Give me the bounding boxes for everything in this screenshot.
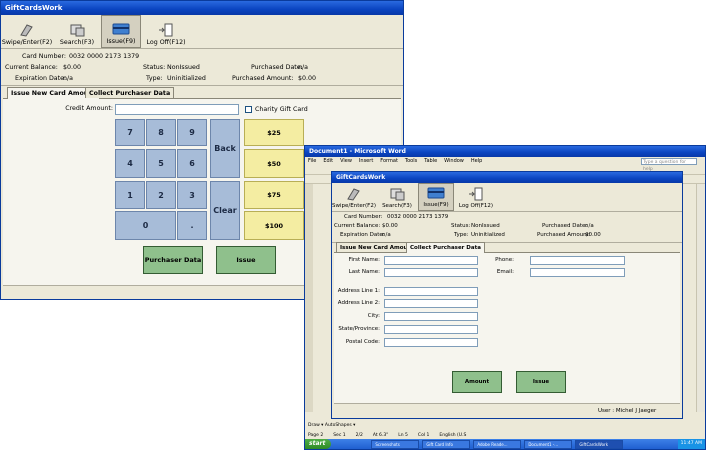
main-tabs: Issue New Card Amount Collect Purchaser …	[3, 87, 401, 99]
current-balance: $0.00	[63, 64, 82, 71]
word-drawing-bar[interactable]: Draw ▾ AutoShapes ▾	[305, 422, 705, 430]
amount-100-button[interactable]: $100	[244, 211, 304, 240]
menu-window[interactable]: Window	[444, 157, 464, 166]
menu-view[interactable]: View	[340, 157, 352, 166]
search-cards-icon	[68, 23, 86, 37]
swipe-button-2[interactable]: Swipe/Enter(F2)	[332, 183, 376, 211]
city-field[interactable]	[384, 312, 478, 321]
key-7[interactable]: 7	[115, 119, 145, 146]
menu-edit[interactable]: Edit	[323, 157, 333, 166]
start-button[interactable]: start	[305, 439, 332, 449]
purchased-date: n/a	[298, 64, 308, 71]
tab-collect-purchaser[interactable]: Collect Purchaser Data	[85, 87, 175, 98]
key-2[interactable]: 2	[146, 181, 176, 209]
phone-field[interactable]	[530, 256, 625, 265]
amount-75-button[interactable]: $75	[244, 181, 304, 209]
key-decimal[interactable]: .	[177, 211, 207, 240]
menu-table[interactable]: Table	[424, 157, 437, 166]
purchaser-tabs: Issue New Card Amount Collect Purchaser …	[334, 242, 680, 253]
amount-button[interactable]: Amount	[452, 371, 502, 393]
task-document1[interactable]: Document1 -...	[524, 439, 573, 449]
word-title: Document1 - Microsoft Word	[305, 146, 705, 157]
address-line1-field[interactable]	[384, 287, 478, 296]
issue-card-button-2[interactable]: Issue	[516, 371, 566, 393]
menu-tools[interactable]: Tools	[405, 157, 417, 166]
purchased-amount: $0.00	[298, 75, 317, 82]
purchaser-toolbar: Swipe/Enter(F2) Search(F3) Issue(F9) Log…	[332, 183, 682, 212]
search-cards-icon	[388, 187, 406, 201]
search-button-2[interactable]: Search(F3)	[378, 183, 416, 211]
credit-card-icon	[427, 186, 445, 200]
postal-code-field[interactable]	[384, 338, 478, 347]
issue-button[interactable]: Issue(F9)	[101, 15, 141, 48]
card-status: NonIssued	[167, 64, 200, 71]
charity-checkbox[interactable]	[245, 106, 252, 113]
word-ruler	[305, 184, 313, 412]
key-3[interactable]: 3	[177, 181, 207, 209]
credit-card-icon	[112, 22, 130, 36]
amount-25-button[interactable]: $25	[244, 119, 304, 146]
swipe-button[interactable]: Swipe/Enter(F2)	[1, 15, 53, 48]
first-name-field[interactable]	[384, 256, 478, 265]
issue-card-button[interactable]: Issue	[216, 246, 276, 274]
address-line2-field[interactable]	[384, 299, 478, 308]
clear-key[interactable]: Clear	[210, 181, 240, 240]
main-title: GiftCardsWork	[1, 1, 403, 15]
search-button[interactable]: Search(F3)	[55, 15, 99, 48]
key-1[interactable]: 1	[115, 181, 145, 209]
purchaser-title: GiftCardsWork	[332, 172, 682, 183]
back-key[interactable]: Back	[210, 119, 240, 178]
issue-button-2[interactable]: Issue(F9)	[418, 183, 454, 211]
word-scrollbar[interactable]	[696, 184, 705, 412]
task-adobe-reader[interactable]: Adobe Reade...	[473, 439, 522, 449]
amount-50-button[interactable]: $50	[244, 149, 304, 178]
menu-file[interactable]: File	[308, 157, 316, 166]
card-info-panel: Card Number: 0032 0000 2173 1379 Current…	[1, 49, 403, 86]
expiration-date: n/a	[63, 75, 73, 82]
email-field[interactable]	[530, 268, 625, 277]
exit-door-icon	[157, 23, 175, 37]
logoff-button[interactable]: Log Off(F12)	[143, 15, 189, 48]
help-search-input[interactable]: Type a question for help	[641, 158, 697, 172]
taskbar-clock: 11:47 AM	[677, 439, 705, 449]
task-gift-card-info[interactable]: Gift Card Info	[422, 439, 471, 449]
purchaser-window: GiftCardsWork Swipe/Enter(F2) Search(F3)…	[331, 171, 683, 419]
menu-format[interactable]: Format	[380, 157, 398, 166]
key-6[interactable]: 6	[177, 149, 207, 178]
purchaser-card-info: Card Number: 0032 0000 2173 1379 Current…	[332, 212, 682, 243]
card-swipe-icon	[345, 187, 363, 201]
credit-amount-input[interactable]	[115, 104, 239, 115]
task-screenshots[interactable]: Screenshots	[371, 439, 420, 449]
task-giftcardswork[interactable]: GiftCardsWork	[575, 439, 624, 449]
tab-collect-purchaser-2[interactable]: Collect Purchaser Data	[406, 242, 485, 253]
card-swipe-icon	[18, 23, 36, 37]
main-toolbar: Swipe/Enter(F2) Search(F3) Issue(F9) Log…	[1, 15, 403, 49]
key-9[interactable]: 9	[177, 119, 207, 146]
menu-insert[interactable]: Insert	[359, 157, 373, 166]
exit-door-icon	[467, 187, 485, 201]
key-4[interactable]: 4	[115, 149, 145, 178]
card-number: 0032 0000 2173 1379	[69, 53, 140, 60]
current-user: User : Michel J Jaeger	[598, 408, 657, 414]
key-0[interactable]: 0	[115, 211, 176, 240]
state-province-field[interactable]	[384, 325, 478, 334]
logoff-button-2[interactable]: Log Off(F12)	[456, 183, 496, 211]
menu-help[interactable]: Help	[471, 157, 482, 166]
key-8[interactable]: 8	[146, 119, 176, 146]
purchaser-data-button[interactable]: Purchaser Data	[143, 246, 203, 274]
last-name-field[interactable]	[384, 268, 478, 277]
key-5[interactable]: 5	[146, 149, 176, 178]
windows-taskbar: start Screenshots Gift Card Info Adobe R…	[305, 439, 705, 449]
card-type: Uninitialized	[167, 75, 206, 82]
